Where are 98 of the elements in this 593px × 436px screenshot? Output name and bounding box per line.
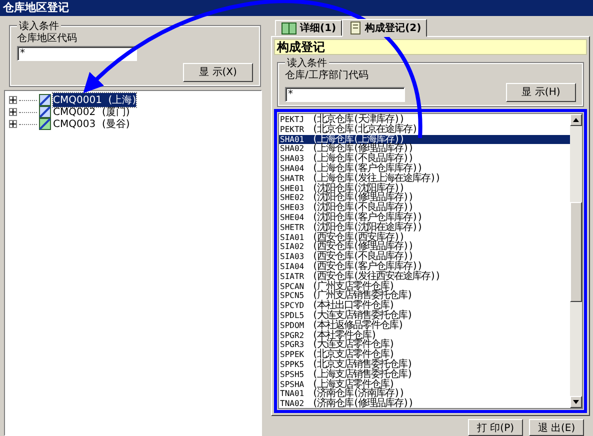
action-button[interactable]: 退 出(E) (529, 419, 584, 436)
code-text: TNA02 (279, 399, 306, 409)
list-row[interactable]: TNA02 (济南仓库(修理品库存)) (279, 399, 570, 409)
group-title: 读入条件 (285, 58, 329, 69)
name-text: (沈阳仓库(沈阳在途库存)) (312, 222, 422, 233)
scrollbar[interactable] (570, 114, 582, 408)
list-row[interactable]: SPPEK (北京支店零件仓库) (279, 350, 570, 360)
tree-item[interactable]: CMQ0001 (上海) (53, 93, 136, 107)
input-field[interactable]: * (17, 46, 137, 61)
name-text: (上海支店零件仓库) (312, 380, 394, 390)
name-text: (北京支店销售委托仓库) (312, 360, 412, 370)
tree-item[interactable]: CMQ003 (曼谷) (53, 117, 130, 131)
field-label: 仓库/工序部门代码 (285, 70, 370, 81)
name-text: (本社零件仓库) (312, 330, 376, 340)
action-button[interactable]: 打 印(P) (468, 419, 523, 436)
document-icon (348, 21, 362, 35)
book-icon (281, 21, 297, 35)
expand-icon[interactable] (9, 120, 17, 128)
name-text: (西安仓库(西安库存)) (312, 232, 404, 242)
list-row[interactable]: SPPK5 (北京支店销售委托仓库) (279, 360, 570, 370)
list-row[interactable]: SHE03 (沈阳仓库(不良品库存)) (279, 203, 570, 213)
input-field[interactable]: * (285, 87, 405, 102)
section-heading: 构成登记 (274, 39, 587, 55)
name-text: (上海支店销售委托仓库) (312, 370, 412, 380)
name-text: (沈阳仓库(沈阳库存)) (312, 184, 404, 194)
expand-icon[interactable] (9, 108, 17, 116)
scroll-thumb[interactable] (570, 202, 582, 302)
show-button[interactable]: 显 示(X) (183, 63, 253, 82)
list-row[interactable]: SHE01 (沈阳仓库(沈阳库存)) (279, 184, 570, 194)
window-title: 仓库地区登记 (0, 0, 593, 16)
name-text: (本社出口零件仓库) (312, 301, 394, 311)
code-text: SIA02 (279, 242, 306, 252)
tree-item[interactable]: CMQ002 (厦门) (53, 105, 130, 119)
code-text: SHE04 (279, 212, 306, 223)
list-row[interactable]: SPDL5 (大连支店销售委托仓库) (279, 310, 570, 321)
name-text: (沈阳仓库(客户仓库库存)) (312, 212, 422, 223)
code-text: SIATR (279, 272, 306, 282)
name-text: (上海仓库(发往上海在途库存)) (312, 174, 440, 184)
code-text: SHA03 (279, 154, 306, 164)
list-row[interactable]: SIA04 (西安仓库(客户仓库库存)) (279, 262, 570, 272)
code-text: SPCYD (279, 301, 306, 311)
name-text: (沈阳仓库(不良品库存)) (312, 203, 414, 213)
code-text: SPCN5 (279, 291, 306, 302)
list-row[interactable]: SPDOM (本社返修品零件仓库) (279, 320, 570, 331)
list-row[interactable]: SPCYD (本社出口零件仓库) (279, 301, 570, 311)
code-text: SHA01 (279, 134, 306, 144)
list-row[interactable]: PEKTJ (北京仓库(天津库存)) (279, 115, 570, 125)
list-row[interactable]: SPSHA (上海支店零件仓库) (279, 380, 570, 390)
name-text: (上海仓库(客户仓库库存)) (312, 164, 422, 174)
code-text: SHE02 (279, 193, 306, 204)
code-text: SPCAN (279, 282, 306, 292)
list-row[interactable]: SHE04 (沈阳仓库(客户仓库库存)) (279, 212, 570, 223)
code-text: SIA04 (279, 262, 306, 272)
code-text: SPDOM (279, 320, 306, 331)
list-row[interactable]: SHETR (沈阳仓库(沈阳在途库存)) (279, 222, 570, 233)
code-text: SHE01 (279, 184, 306, 194)
name-text: (北京仓库(天津库存)) (312, 115, 404, 125)
list-row[interactable]: SIA01 (西安仓库(西安库存)) (279, 232, 570, 242)
list-row[interactable]: SIA03 (西安仓库(不良品库存)) (279, 252, 570, 262)
code-text: SIA03 (279, 252, 306, 262)
code-text: SHA02 (279, 144, 306, 154)
name-text: (西安仓库(客户仓库库存)) (312, 262, 422, 272)
code-text: SPDL5 (279, 310, 306, 321)
scroll-up-icon[interactable] (573, 118, 579, 122)
code-text: PEKTR (279, 124, 306, 135)
list-row[interactable]: SPSH5 (上海支店销售委托仓库) (279, 370, 570, 380)
name-text: (济南仓库(修理品库存)) (312, 399, 414, 409)
name-text: (北京支店零件仓库) (312, 350, 394, 360)
code-text: SHATR (279, 174, 306, 184)
group-title: 读入条件 (17, 21, 61, 32)
tab[interactable]: 构成登记(2) (342, 19, 428, 37)
list-row[interactable]: SHA03 (上海仓库(不良品库存)) (279, 154, 570, 164)
show-button[interactable]: 显 示(H) (506, 83, 576, 102)
name-text: (西安仓库(不良品库存)) (312, 252, 414, 262)
name-text: (西安仓库(发往西安在途库存)) (312, 272, 440, 282)
code-text: PEKTJ (279, 115, 306, 125)
code-text: SPGR2 (279, 330, 306, 340)
list-row[interactable]: SHATR (上海仓库(发往上海在途库存)) (279, 174, 570, 184)
code-text: TNA01 (279, 389, 306, 400)
list-row[interactable]: SHA04 (上海仓库(客户仓库库存)) (279, 164, 570, 174)
code-text: SPSHA (279, 380, 306, 390)
expand-icon[interactable] (9, 96, 17, 104)
code-text: SIA01 (279, 232, 306, 242)
scroll-down-icon[interactable] (573, 400, 579, 404)
code-text: SPPK5 (279, 360, 306, 370)
code-text: SPGR3 (279, 340, 306, 350)
code-text: SHETR (279, 222, 306, 233)
code-text: SHA04 (279, 164, 306, 174)
code-text: SPSH5 (279, 370, 306, 380)
name-text: (广州支店零件仓库) (312, 282, 394, 292)
list-row[interactable]: SIATR (西安仓库(发往西安在途库存)) (279, 272, 570, 282)
field-label: 仓库地区代码 (17, 33, 78, 44)
name-text: (大连支店销售委托仓库) (312, 310, 412, 321)
name-text: (上海仓库(不良品库存)) (312, 154, 414, 164)
tab[interactable]: 详细(1) (275, 20, 342, 36)
name-text: (本社返修品零件仓库) (312, 320, 404, 331)
code-text: SPPEK (279, 350, 306, 360)
code-text: SHE03 (279, 203, 306, 213)
